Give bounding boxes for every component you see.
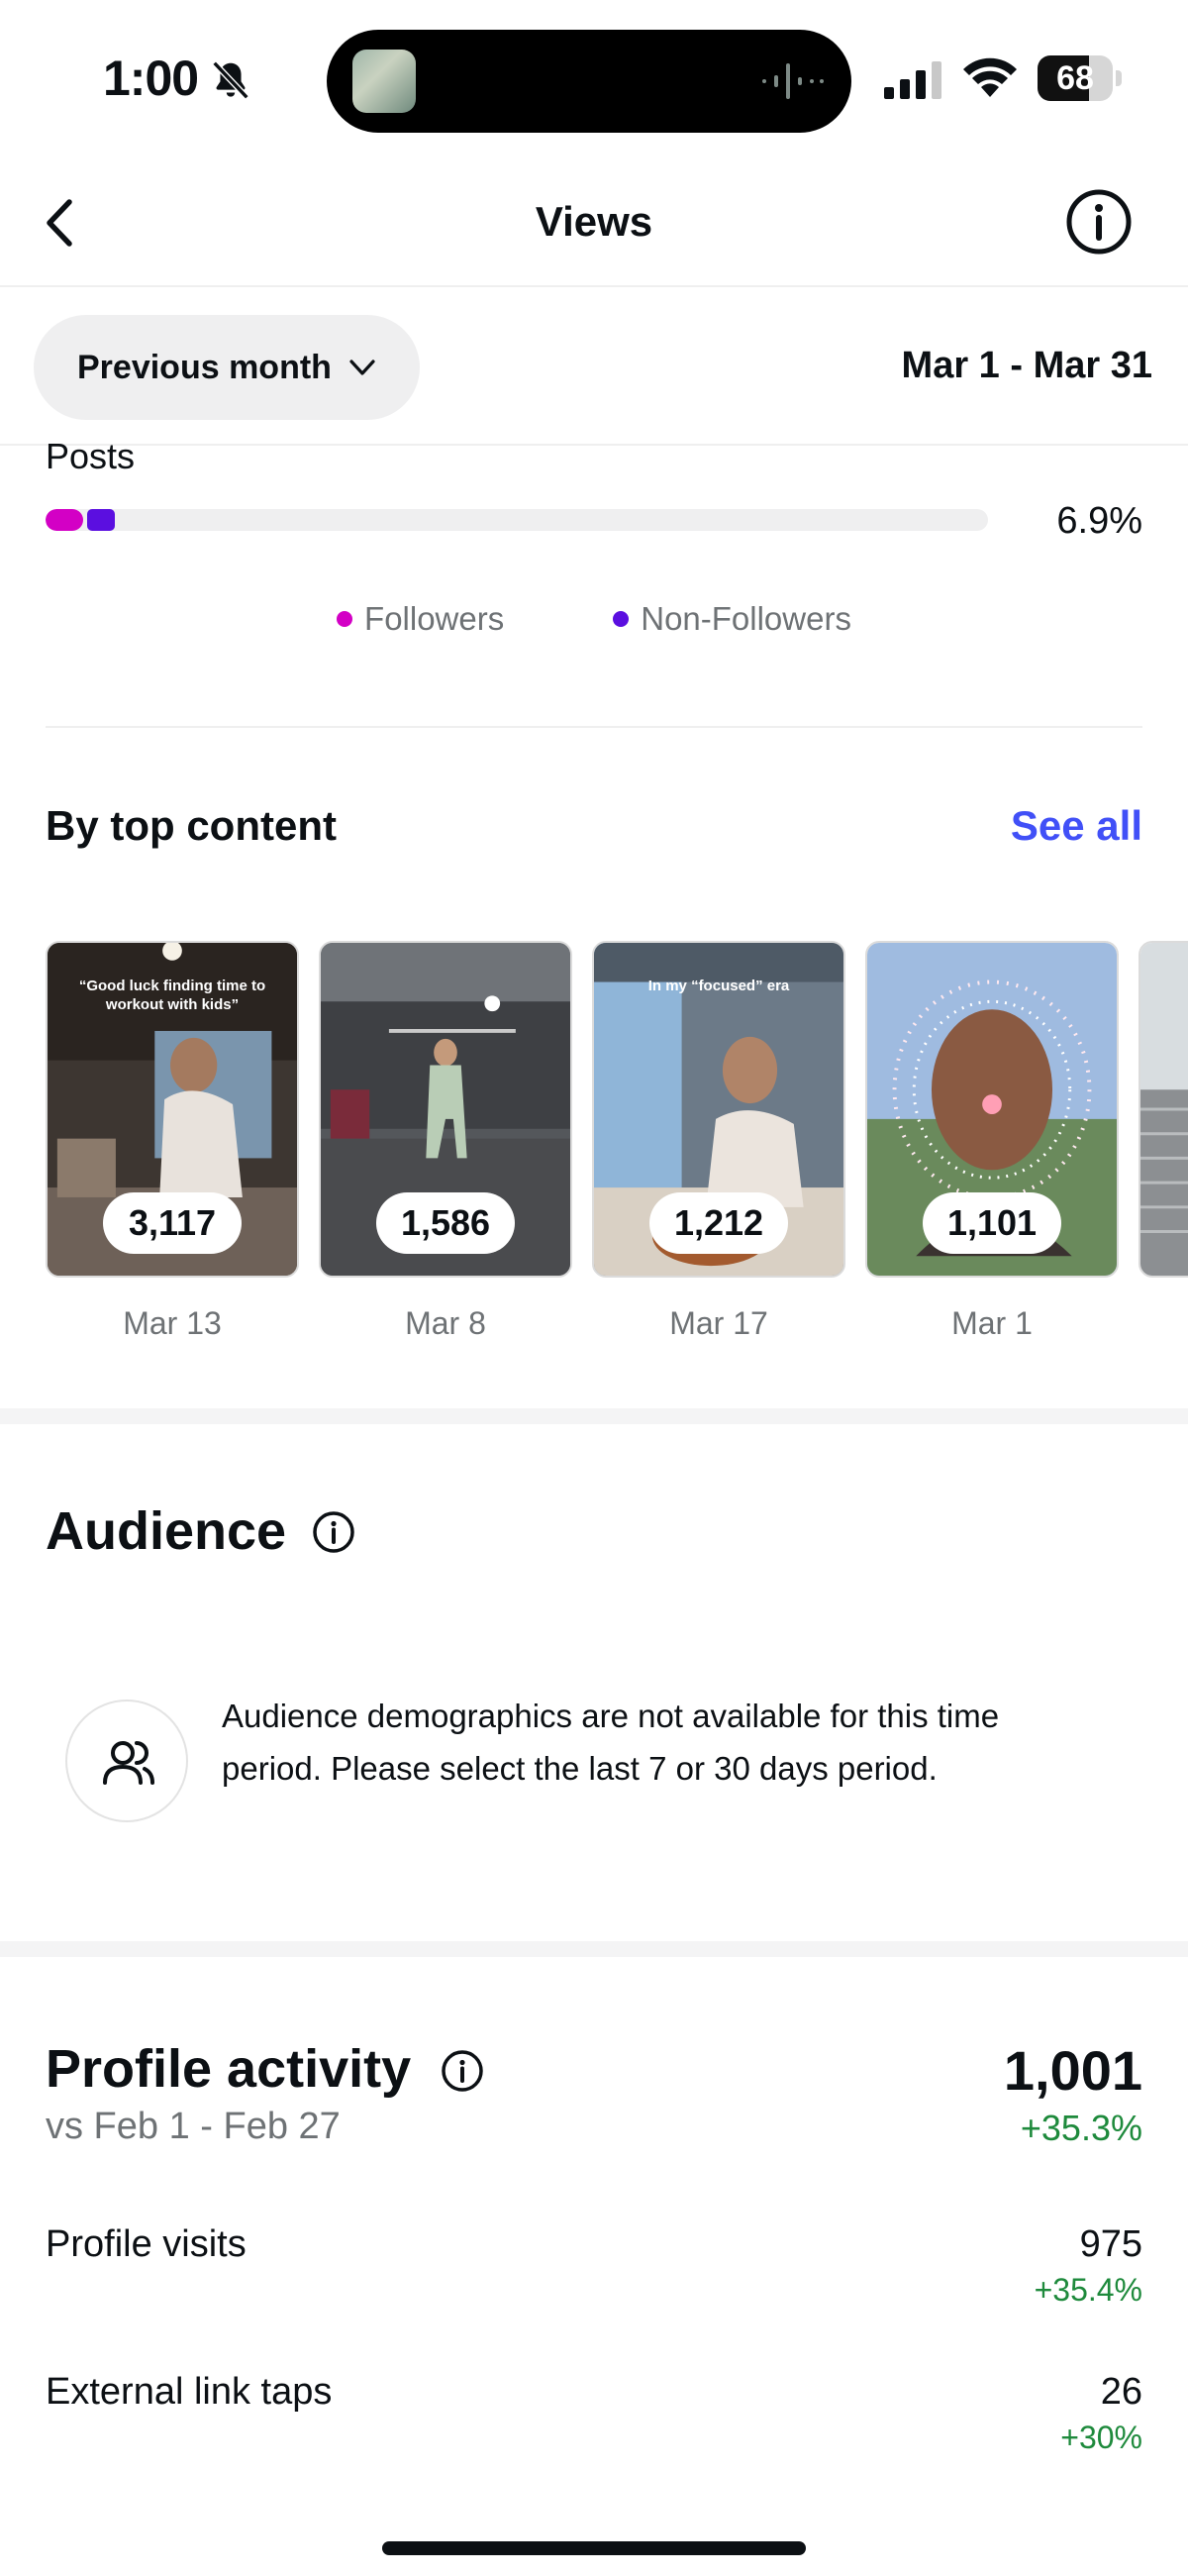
battery-percent: 68 (1056, 59, 1094, 97)
page-title: Views (535, 198, 653, 245)
metric-value-external-link-taps: 26 (1100, 2371, 1142, 2413)
audience-icon-container (65, 1700, 188, 1822)
thumbnail-date: Mar 17 (669, 1305, 768, 1341)
followers-dot-icon (337, 611, 353, 627)
content-thumbnail[interactable]: In my “focused” era 1,212 (592, 941, 845, 1278)
date-range: Mar 1 - Mar 31 (901, 345, 1152, 386)
video-thumbnail-image (1140, 943, 1188, 1276)
posts-percent: 6.9% (1056, 500, 1142, 542)
non-followers-dot-icon (613, 611, 630, 627)
period-dropdown[interactable]: Previous month (34, 315, 420, 420)
home-indicator[interactable] (382, 2541, 806, 2555)
profile-activity-change: +35.3% (1020, 2108, 1142, 2148)
content-thumbnail[interactable]: “Good luck finding time to workout with … (46, 941, 299, 1278)
posts-progress-bar (46, 509, 988, 531)
metric-change-external-link-taps: +30% (1060, 2420, 1142, 2455)
audio-waveform-icon (762, 63, 824, 99)
non-followers-bar-segment (87, 509, 115, 531)
info-icon[interactable] (440, 2048, 485, 2094)
metric-value-profile-visits: 975 (1079, 2223, 1142, 2265)
period-label: Previous month (77, 348, 332, 386)
dynamic-island[interactable] (327, 30, 851, 133)
content-thumbnail[interactable]: 1,586 (319, 941, 572, 1278)
section-title-top-content: By top content (46, 802, 337, 849)
battery-indicator: 68 (1038, 55, 1122, 101)
audience-unavailable-message: Audience demographics are not available … (222, 1698, 1000, 1787)
content-thumbnail[interactable]: 1,101 (865, 941, 1119, 1278)
thumbnail-date: Mar 13 (123, 1305, 222, 1341)
cellular-signal-icon (884, 61, 941, 99)
metric-label-profile-visits: Profile visits (46, 2223, 247, 2265)
thumbnail-caption: In my “focused” era (647, 978, 790, 994)
legend-label: Non-Followers (641, 600, 851, 637)
nav-header: Views (0, 158, 1188, 287)
metric-change-profile-visits: +35.4% (1034, 2272, 1142, 2308)
section-title-audience: Audience (46, 1501, 287, 1561)
legend-label: Followers (364, 600, 505, 637)
chevron-down-icon (349, 360, 375, 375)
filter-row: Previous month Mar 1 - Mar 31 (0, 287, 1188, 446)
section-divider (0, 1941, 1188, 1957)
section-divider (0, 1408, 1188, 1424)
view-count-badge: 1,101 (923, 1192, 1061, 1254)
legend-item-followers: Followers (337, 600, 504, 638)
profile-activity-total: 1,001 (1003, 2039, 1142, 2102)
status-time: 1:00 (103, 51, 199, 106)
bell-muted-icon (212, 60, 249, 100)
legend-item-non-followers: Non-Followers (613, 600, 851, 638)
metric-label-external-link-taps: External link taps (46, 2371, 333, 2413)
see-all-link[interactable]: See all (1011, 802, 1142, 850)
now-playing-artwork (352, 50, 416, 113)
thumbnail-date: Mar 8 (405, 1305, 486, 1341)
content-thumbnail-partial[interactable] (1138, 941, 1188, 1278)
followers-bar-segment (46, 509, 84, 531)
view-count-badge: 3,117 (103, 1192, 242, 1254)
thumbnail-caption: “Good luck finding time to workout with … (78, 978, 266, 1013)
view-count-badge: 1,212 (649, 1192, 788, 1254)
status-bar: 1:00 68 (0, 0, 1188, 158)
posts-label: Posts (46, 436, 136, 476)
view-count-badge: 1,586 (376, 1192, 515, 1254)
info-icon[interactable] (311, 1509, 356, 1555)
wifi-icon (963, 57, 1017, 97)
people-icon (103, 1741, 154, 1785)
legend: Followers Non-Followers (0, 600, 1188, 638)
section-title-profile-activity: Profile activity (46, 2039, 412, 2099)
divider (46, 726, 1142, 728)
thumbnail-date: Mar 1 (951, 1305, 1033, 1341)
info-icon[interactable] (1063, 186, 1135, 258)
comparison-period: vs Feb 1 - Feb 27 (46, 2106, 341, 2147)
